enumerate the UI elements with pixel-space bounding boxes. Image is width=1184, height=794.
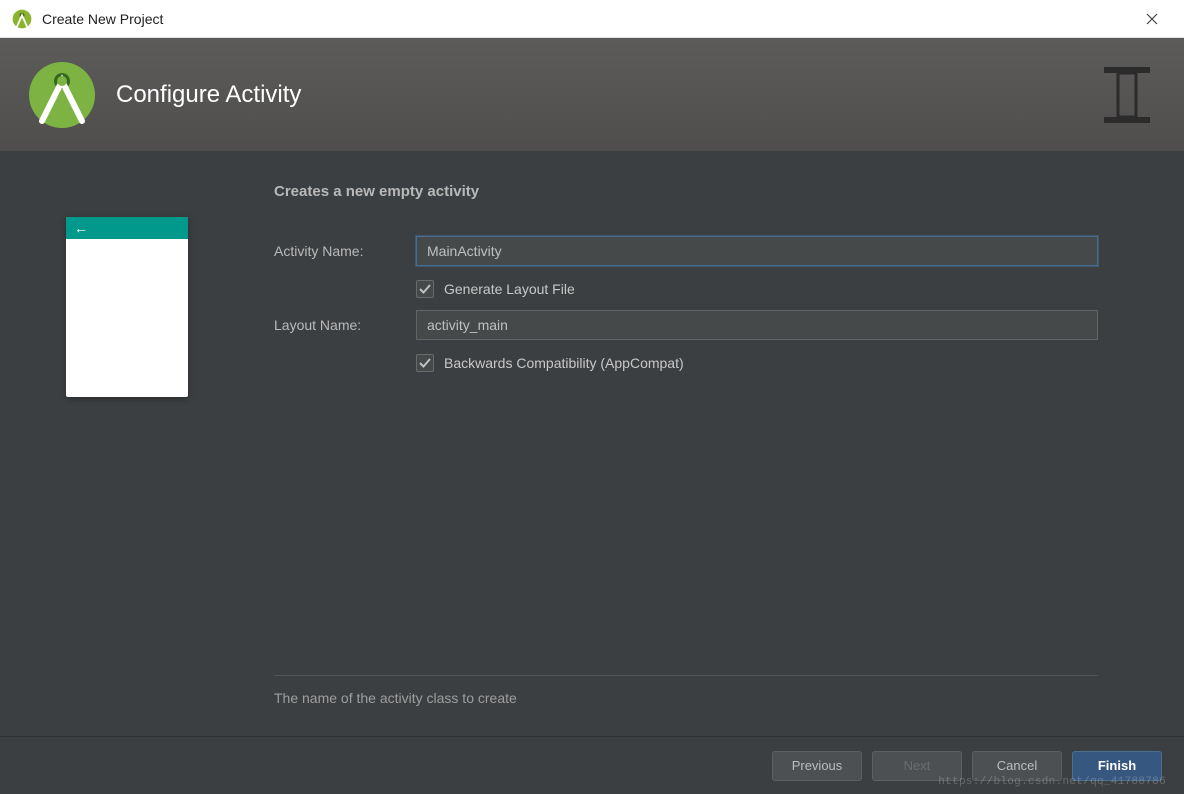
generate-layout-row: Generate Layout File xyxy=(416,280,1098,298)
form-spacer xyxy=(274,384,1098,675)
android-studio-logo xyxy=(28,61,96,129)
window-title: Create New Project xyxy=(42,11,1132,27)
generate-layout-label: Generate Layout File xyxy=(444,281,575,297)
watermark: https://blog.csdn.net/qq_41788786 xyxy=(938,776,1166,788)
previous-button[interactable]: Previous xyxy=(772,751,862,781)
generate-layout-checkbox[interactable] xyxy=(416,280,434,298)
form-heading: Creates a new empty activity xyxy=(274,183,1098,200)
phone-frame-icon xyxy=(1102,65,1152,125)
close-button[interactable] xyxy=(1132,4,1172,34)
back-arrow-icon: ← xyxy=(74,220,88,236)
dialog-title: Configure Activity xyxy=(116,81,1102,109)
dialog-header: Configure Activity xyxy=(0,38,1184,151)
preview-appbar: ← xyxy=(66,217,188,239)
activity-name-label: Activity Name: xyxy=(274,243,416,259)
layout-name-row: Layout Name: xyxy=(274,310,1098,340)
activity-name-row: Activity Name: xyxy=(274,236,1098,266)
android-studio-icon xyxy=(12,9,32,29)
title-bar: Create New Project xyxy=(0,0,1184,38)
layout-name-label: Layout Name: xyxy=(274,317,416,333)
preview-pane: ← xyxy=(0,183,254,736)
layout-name-input[interactable] xyxy=(416,310,1098,340)
activity-preview: ← xyxy=(66,217,188,397)
content-row: ← Creates a new empty activity Activity … xyxy=(0,151,1184,736)
help-text: The name of the activity class to create xyxy=(274,690,1098,706)
help-divider xyxy=(274,675,1098,676)
backwards-compat-label: Backwards Compatibility (AppCompat) xyxy=(444,355,684,371)
activity-name-input[interactable] xyxy=(416,236,1098,266)
dialog-body: ← Creates a new empty activity Activity … xyxy=(0,151,1184,794)
form-pane: Creates a new empty activity Activity Na… xyxy=(254,183,1184,736)
backwards-compat-checkbox[interactable] xyxy=(416,354,434,372)
backwards-compat-row: Backwards Compatibility (AppCompat) xyxy=(416,354,1098,372)
